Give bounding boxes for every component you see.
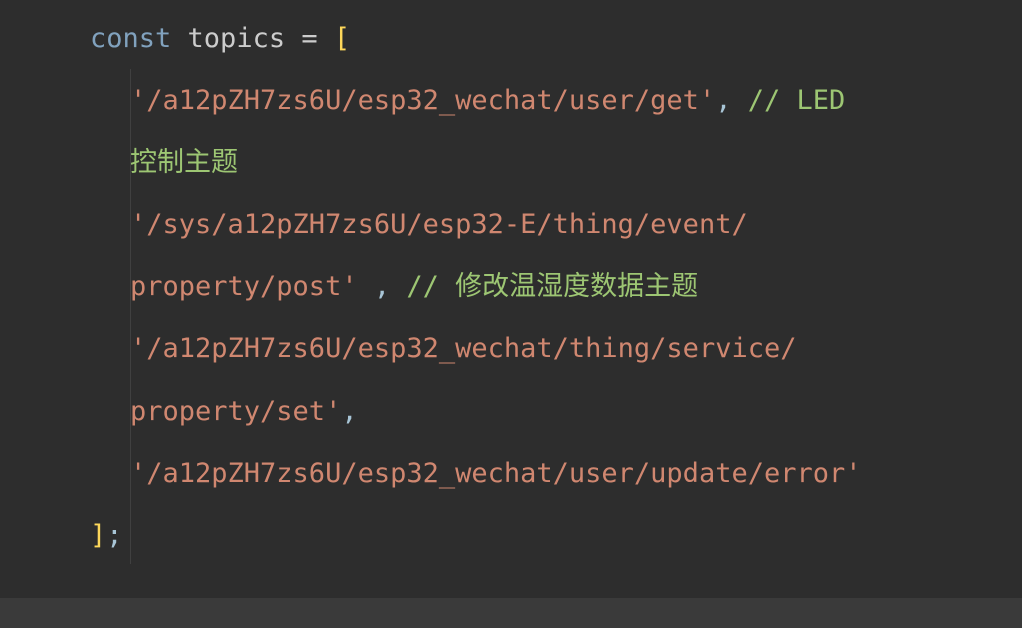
code-line[interactable]: ]; <box>90 505 1022 567</box>
code-line[interactable]: const topics = [ <box>90 8 1022 70</box>
code-line[interactable]: 控制主题 <box>90 132 1022 194</box>
code-editor[interactable]: const topics = [ '/a12pZH7zs6U/esp32_wec… <box>0 0 1022 598</box>
code-line[interactable]: '/a12pZH7zs6U/esp32_wechat/user/update/e… <box>90 443 1022 505</box>
string-literal: property/set' <box>130 396 341 427</box>
comment: // 修改温湿度数据主题 <box>406 271 698 302</box>
bottom-bar <box>0 598 1022 628</box>
code-line[interactable]: '/a12pZH7zs6U/esp32_wechat/user/get', //… <box>90 70 1022 132</box>
bracket-close: ] <box>90 520 106 551</box>
code-line[interactable]: '/a12pZH7zs6U/esp32_wechat/thing/service… <box>90 318 1022 380</box>
comment: // LED <box>748 85 846 116</box>
comma: , <box>374 271 390 302</box>
semicolon: ; <box>106 520 122 551</box>
code-line[interactable]: property/post' , // 修改温湿度数据主题 <box>90 256 1022 318</box>
string-literal: '/a12pZH7zs6U/esp32_wechat/user/get' <box>130 85 715 116</box>
comma: , <box>341 396 357 427</box>
comma: , <box>715 85 731 116</box>
string-literal: '/sys/a12pZH7zs6U/esp32-E/thing/event/ <box>130 209 748 240</box>
variable-topics: topics <box>188 23 286 54</box>
bracket-open: [ <box>334 23 350 54</box>
comment: 控制主题 <box>130 147 238 178</box>
string-literal: property/post' <box>130 271 358 302</box>
string-literal: '/a12pZH7zs6U/esp32_wechat/thing/service… <box>130 333 796 364</box>
code-line[interactable]: '/sys/a12pZH7zs6U/esp32-E/thing/event/ <box>90 194 1022 256</box>
keyword-const: const <box>90 23 171 54</box>
code-line[interactable]: property/set', <box>90 381 1022 443</box>
string-literal: '/a12pZH7zs6U/esp32_wechat/user/update/e… <box>130 458 862 489</box>
operator-equals: = <box>301 23 317 54</box>
